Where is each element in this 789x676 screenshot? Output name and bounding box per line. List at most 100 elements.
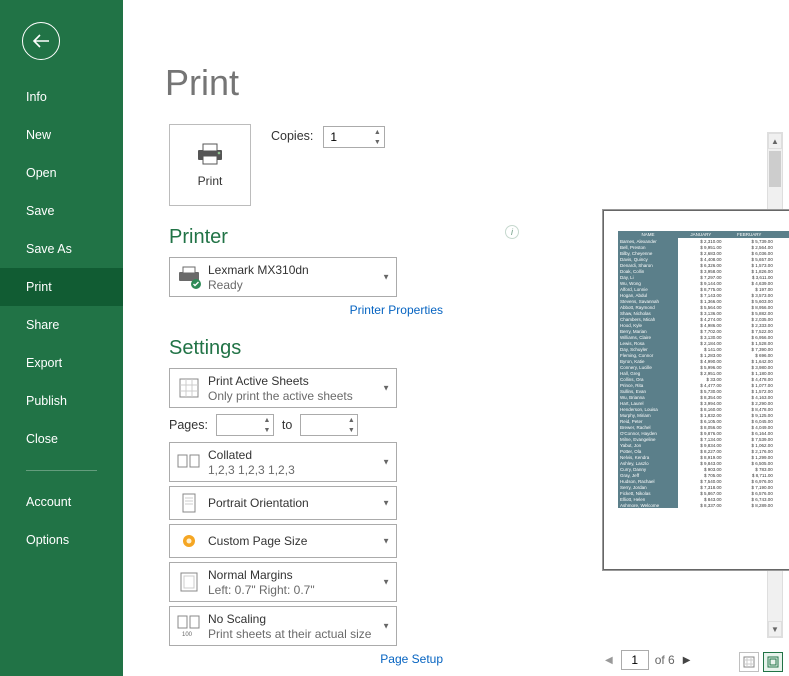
table-row: Day, Schuyler$ 141.00$ 7,390.00$ 1,394.0…: [618, 346, 789, 352]
table-header: FEBRUARY: [724, 231, 775, 238]
sheets-icon: [170, 377, 208, 399]
show-margins-button[interactable]: [739, 652, 759, 672]
sidebar-item-account[interactable]: Account: [0, 483, 123, 521]
table-row: Stevens, Savannah$ 1,366.00$ 5,603.00$ 5…: [618, 298, 789, 304]
collate-icon: [170, 452, 208, 472]
table-row: Brewer, Rachel$ 8,056.00$ 4,049.00$ 2,89…: [618, 424, 789, 430]
printer-properties-link[interactable]: Printer Properties: [169, 303, 443, 317]
page-heading: Print: [165, 62, 789, 104]
backstage-sidebar: Info New Open Save Save As Print Share E…: [0, 0, 123, 676]
table-row: Abbott, Raymond$ 5,564.00$ 8,956.00$ 4,5…: [618, 304, 789, 310]
pages-to-label: to: [282, 418, 292, 432]
table-row: Denardi, Sharon$ 6,326.00$ 1,573.00$ 2,6…: [618, 262, 789, 268]
copies-label: Copies:: [271, 129, 313, 143]
table-header: JANUARY: [678, 231, 724, 238]
sidebar-item-open[interactable]: Open: [0, 154, 123, 192]
print-what-sub: Only print the active sheets: [208, 389, 378, 403]
table-row: Serry, Jordan$ 7,318.00$ 7,190.00$ 274.0…: [618, 484, 789, 490]
table-row: Chambers, Micah$ 4,274.00$ 2,035.00$ 8,2…: [618, 316, 789, 322]
main-content: Print Print Copies: 1 ▲ ▼ Printer i: [123, 0, 789, 676]
pages-from-down[interactable]: ▼: [261, 425, 273, 435]
table-row: O'Connor, Hayden$ 9,876.00$ 6,164.00$ 6,…: [618, 430, 789, 436]
sidebar-item-saveas[interactable]: Save As: [0, 230, 123, 268]
sidebar-item-save[interactable]: Save: [0, 192, 123, 230]
pager: ◀ of 6 ▶: [603, 650, 692, 670]
table-row: Barnes, Alexander$ 2,310.00$ 5,739.00$ 2…: [618, 238, 789, 244]
sidebar-item-share[interactable]: Share: [0, 306, 123, 344]
table-row: Alford, Lonnie$ 8,775.00$ 197.00$ 2,620.…: [618, 286, 789, 292]
chevron-down-icon: ▼: [382, 622, 390, 631]
sidebar-item-export[interactable]: Export: [0, 344, 123, 382]
pages-from-input[interactable]: ▲▼: [216, 414, 274, 436]
orientation-dropdown[interactable]: Portrait Orientation ▼: [169, 486, 397, 520]
print-button-label: Print: [198, 174, 223, 188]
table-row: Murphy, Miriam$ 1,832.00$ 9,125.00$ 5,55…: [618, 412, 789, 418]
sidebar-item-new[interactable]: New: [0, 116, 123, 154]
sidebar-item-info[interactable]: Info: [0, 78, 123, 116]
copies-down[interactable]: ▼: [370, 137, 384, 147]
next-page-button[interactable]: ▶: [681, 653, 693, 668]
printer-name: Lexmark MX310dn: [208, 263, 378, 277]
chevron-down-icon: ▼: [382, 384, 390, 393]
table-row: Hudson, Rachael$ 7,540.00$ 6,976.00$ 1,0…: [618, 478, 789, 484]
sidebar-divider: [26, 470, 97, 471]
collate-main: Collated: [208, 448, 378, 462]
printer-status-icon: [170, 264, 208, 290]
scroll-thumb[interactable]: [769, 151, 781, 187]
printer-icon: [195, 142, 225, 166]
page-count-label: of 6: [655, 653, 675, 667]
chevron-down-icon: ▼: [382, 273, 390, 282]
print-what-dropdown[interactable]: Print Active Sheets Only print the activ…: [169, 368, 397, 408]
pages-from-up[interactable]: ▲: [261, 415, 273, 425]
zoom-to-page-button[interactable]: [763, 652, 783, 672]
zoom-controls: [739, 652, 783, 672]
scaling-sub: Print sheets at their actual size: [208, 627, 378, 641]
printer-dropdown[interactable]: Lexmark MX310dn Ready ▼: [169, 257, 397, 297]
page-setup-link[interactable]: Page Setup: [169, 652, 443, 666]
collate-sub: 1,2,3 1,2,3 1,2,3: [208, 463, 378, 477]
chevron-down-icon: ▼: [382, 537, 390, 546]
custom-size-icon: [170, 533, 208, 549]
scaling-dropdown[interactable]: 100 No Scaling Print sheets at their act…: [169, 606, 397, 646]
sidebar-item-options[interactable]: Options: [0, 521, 123, 559]
table-row: Wu, Brianna$ 8,354.00$ 4,163.00$ 8,377.0…: [618, 394, 789, 400]
printer-info-icon[interactable]: i: [505, 225, 519, 239]
copies-input[interactable]: 1 ▲ ▼: [323, 126, 385, 148]
paper-size-dropdown[interactable]: Custom Page Size ▼: [169, 524, 397, 558]
margins-icon: [170, 571, 208, 593]
pages-label: Pages:: [169, 418, 208, 432]
sidebar-item-close[interactable]: Close: [0, 420, 123, 458]
chevron-down-icon: ▼: [382, 458, 390, 467]
margins-sub: Left: 0.7" Right: 0.7": [208, 583, 378, 597]
pages-to-input[interactable]: ▲▼: [300, 414, 358, 436]
table-row: Elliott, Helen$ 843.00$ 6,743.00$ 7,758.…: [618, 496, 789, 502]
table-row: Bilby, Cheyenne$ 2,683.00$ 6,036.00$ 8,9…: [618, 250, 789, 256]
copies-up[interactable]: ▲: [370, 127, 384, 137]
printer-section-title: Printer: [169, 226, 228, 249]
scroll-down-button[interactable]: ▼: [768, 621, 782, 637]
margins-main: Normal Margins: [208, 568, 378, 582]
scroll-up-button[interactable]: ▲: [768, 133, 782, 149]
table-row: Connery, Lucille$ 5,996.00$ 3,980.00$ 1,…: [618, 364, 789, 370]
table-row: Lewis, Rosa$ 2,184.00$ 1,528.00$ 3,022.0…: [618, 340, 789, 346]
current-page-input[interactable]: [621, 650, 649, 670]
pages-to-up[interactable]: ▲: [345, 415, 357, 425]
margins-dropdown[interactable]: Normal Margins Left: 0.7" Right: 0.7" ▼: [169, 562, 397, 602]
print-button[interactable]: Print: [169, 124, 251, 206]
scaling-icon: 100: [170, 614, 208, 638]
table-row: Curry, Danny$ 903.00$ 783.00$ 6,986.00$ …: [618, 466, 789, 472]
back-button[interactable]: [22, 22, 60, 60]
svg-text:100: 100: [182, 632, 193, 638]
collate-dropdown[interactable]: Collated 1,2,3 1,2,3 1,2,3 ▼: [169, 442, 397, 482]
sidebar-item-publish[interactable]: Publish: [0, 382, 123, 420]
copies-spinner: ▲ ▼: [370, 127, 384, 147]
prev-page-button[interactable]: ◀: [603, 653, 615, 668]
scaling-main: No Scaling: [208, 612, 378, 626]
print-what-main: Print Active Sheets: [208, 374, 378, 388]
preview-page: NAMEJANUARYFEBRUARYMARCHAPRILBarnes, Ale…: [603, 210, 789, 570]
table-row: Shaw, Nicholas$ 3,136.00$ 5,882.00$ 9,10…: [618, 310, 789, 316]
printer-section-header: Printer i: [169, 206, 523, 257]
table-row: Fleming, Connor$ 1,283.00$ 696.00$ 2,803…: [618, 352, 789, 358]
pages-to-down[interactable]: ▼: [345, 425, 357, 435]
sidebar-item-print[interactable]: Print: [0, 268, 123, 306]
